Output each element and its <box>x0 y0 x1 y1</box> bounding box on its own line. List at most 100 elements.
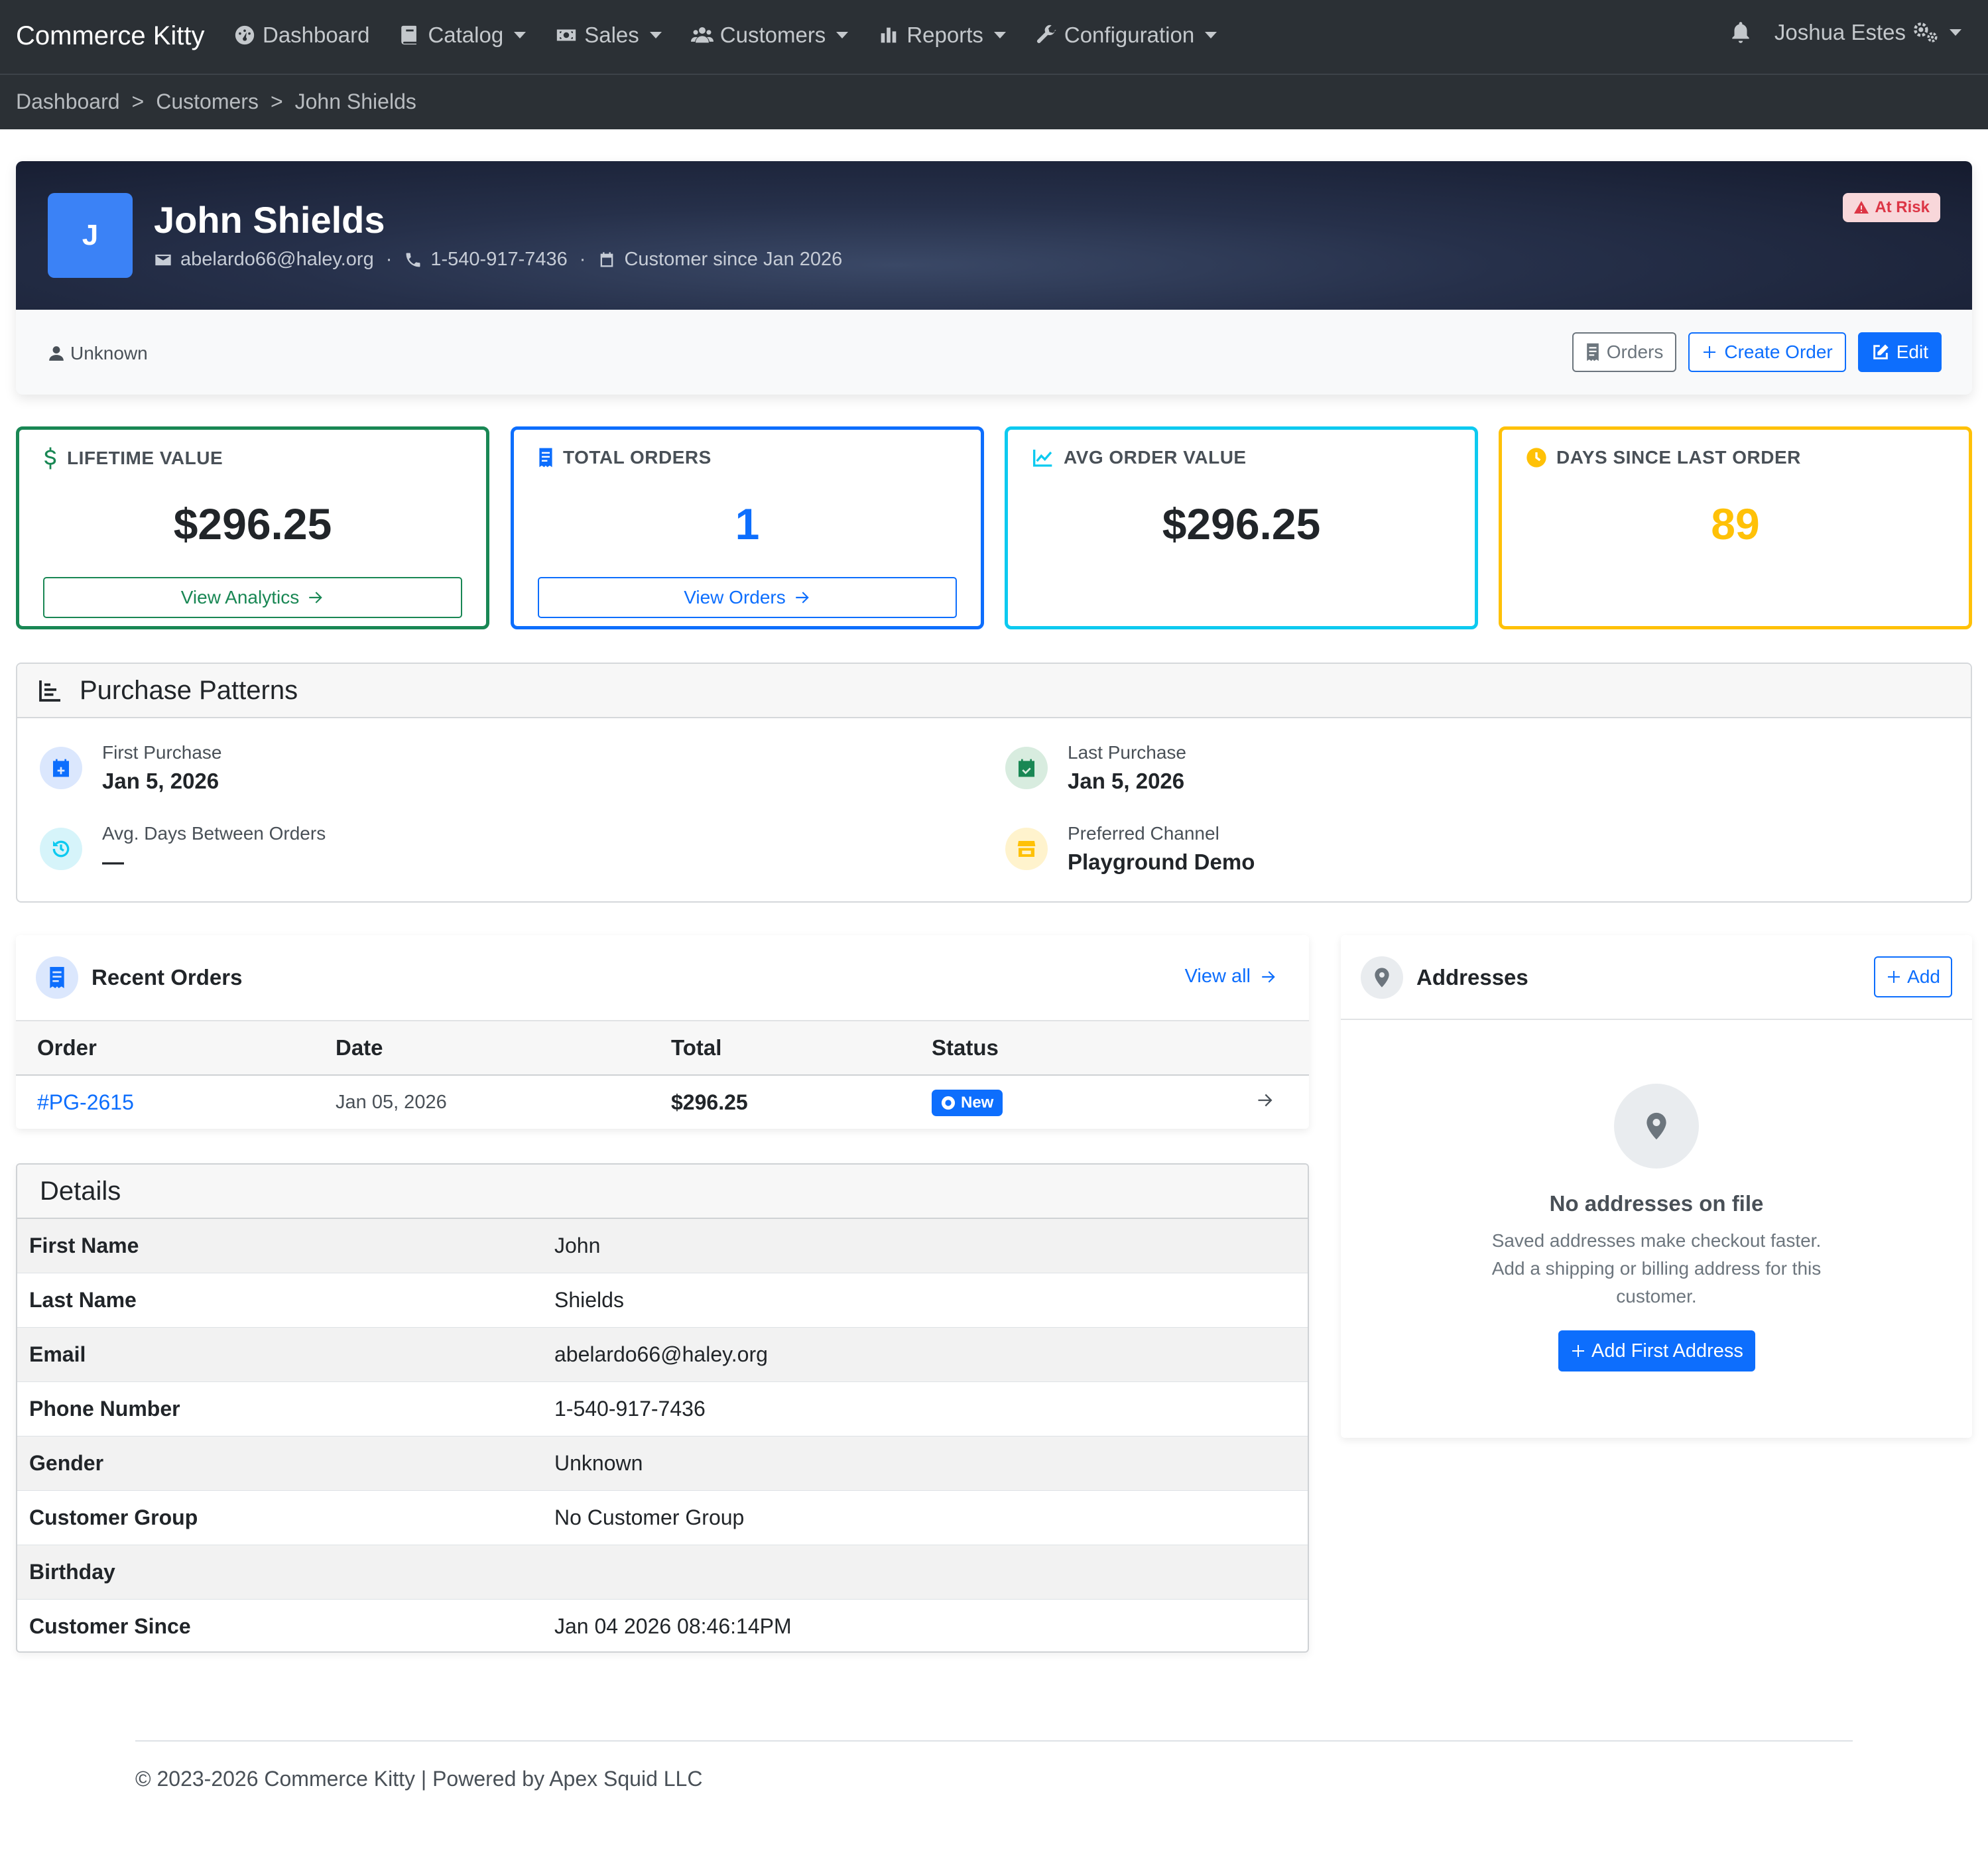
nav-right: Joshua Estes <box>1728 20 1961 45</box>
nav-customers[interactable]: Customers <box>690 23 849 48</box>
detail-key: Customer Since <box>29 1614 191 1638</box>
first-purchase-label: First Purchase <box>102 742 222 763</box>
details-title: Details <box>17 1165 1308 1219</box>
plus-icon <box>1572 1345 1584 1357</box>
status-badge: At Risk <box>1843 193 1940 222</box>
table-row: First Name John <box>17 1219 1308 1273</box>
edit-icon <box>1873 344 1889 359</box>
detail-key: Phone Number <box>29 1397 180 1421</box>
column-header-total: Total <box>671 1020 932 1076</box>
avg-order-value: $296.25 <box>1162 499 1321 548</box>
addresses-card: Addresses Add No addresses on file Saved… <box>1341 935 1972 1438</box>
addresses-icon-circle <box>1361 956 1403 999</box>
table-row: Customer Group No Customer Group <box>17 1491 1308 1545</box>
avg-days-between-orders: Avg. Days Between Orders — <box>40 823 326 875</box>
add-first-address-label: Add First Address <box>1591 1340 1743 1362</box>
create-order-label: Create Order <box>1724 342 1833 362</box>
main-menu: Dashboard Catalog Sales Customers Report… <box>233 23 1217 48</box>
nav-reports-label: Reports <box>906 23 983 47</box>
chevron-down-icon <box>1205 32 1217 38</box>
table-row[interactable]: #PG-2615 Jan 05, 2026 $296.25 New <box>16 1075 1309 1129</box>
detail-key: Birthday <box>29 1560 115 1584</box>
chevron-down-icon <box>514 32 527 38</box>
top-navbar: Commerce Kitty Dashboard Catalog Sales C… <box>0 0 1988 75</box>
chevron-down-icon <box>649 32 662 38</box>
total-orders-card: TOTAL ORDERS 1 View Orders <box>511 426 984 629</box>
view-analytics-button[interactable]: View Analytics <box>43 577 462 618</box>
empty-state-text: Saved addresses make checkout faster. Ad… <box>1491 1230 1822 1307</box>
days-since-label: DAYS SINCE LAST ORDER <box>1556 447 1801 468</box>
preferred-channel-icon-circle <box>1005 828 1048 870</box>
first-purchase-value: Jan 5, 2026 <box>102 769 219 793</box>
history-icon <box>52 840 70 858</box>
dollar-icon <box>44 447 56 470</box>
table-row: Last Name Shields <box>17 1273 1308 1328</box>
last-purchase-label: Last Purchase <box>1068 742 1186 763</box>
user-menu[interactable]: Joshua Estes <box>1774 20 1961 45</box>
detail-value: John <box>554 1234 601 1257</box>
risk-label: At Risk <box>1875 198 1930 216</box>
lifetime-value: $296.25 <box>173 499 332 548</box>
add-address-button[interactable]: Add <box>1874 956 1952 997</box>
circle-dot-icon <box>941 1096 956 1110</box>
nav-dashboard[interactable]: Dashboard <box>233 23 369 48</box>
view-orders-label: View Orders <box>684 587 786 607</box>
nav-reports[interactable]: Reports <box>877 23 1006 48</box>
breadcrumb-separator: > <box>131 90 145 113</box>
purchase-patterns-card: Purchase Patterns First Purchase Jan 5, … <box>16 663 1972 903</box>
total-orders-value: 1 <box>735 499 760 548</box>
bell-icon[interactable] <box>1728 20 1753 45</box>
order-date: Jan 05, 2026 <box>336 1092 447 1113</box>
gender-label: Unknown <box>70 343 148 363</box>
gender-info: Unknown <box>48 343 148 364</box>
column-header-status: Status <box>932 1020 1256 1076</box>
order-number-link[interactable]: #PG-2615 <box>16 1075 336 1129</box>
detail-value: No Customer Group <box>554 1505 745 1529</box>
breadcrumb-current: John Shields <box>294 90 416 113</box>
detail-value: Jan 04 2026 08:46:14PM <box>554 1614 792 1638</box>
avg-days-value: — <box>102 850 124 874</box>
order-status-cell: New <box>932 1075 1256 1129</box>
order-open-cell[interactable] <box>1256 1075 1309 1129</box>
nav-catalog[interactable]: Catalog <box>399 23 527 48</box>
table-row: Birthday <box>17 1545 1308 1600</box>
wrench-icon <box>1036 25 1056 43</box>
avg-days-label: Avg. Days Between Orders <box>102 823 326 844</box>
phone-icon <box>406 253 420 267</box>
status-label: New <box>961 1093 994 1112</box>
view-orders-button[interactable]: View Orders <box>538 577 957 618</box>
recent-orders-title: Recent Orders <box>36 956 242 999</box>
add-first-address-button[interactable]: Add First Address <box>1558 1330 1755 1371</box>
footer-divider <box>135 1740 1853 1742</box>
nav-configuration[interactable]: Configuration <box>1035 23 1217 48</box>
preferred-channel-label: Preferred Channel <box>1068 823 1219 844</box>
breadcrumb-dashboard[interactable]: Dashboard <box>16 90 120 114</box>
arrow-right-icon <box>1262 970 1275 983</box>
gears-icon <box>1914 23 1938 42</box>
detail-value: abelardo66@haley.org <box>554 1342 768 1366</box>
lifetime-value-label: LIFETIME VALUE <box>67 448 223 468</box>
table-row: Phone Number 1-540-917-7436 <box>17 1382 1308 1436</box>
orders-button[interactable]: Orders <box>1572 332 1677 372</box>
breadcrumb-customers[interactable]: Customers <box>156 90 259 114</box>
recent-orders-table: Order Date Total Status #PG-2615 Jan 05,… <box>16 1020 1309 1129</box>
addresses-title: Addresses <box>1361 956 1528 999</box>
edit-label: Edit <box>1896 342 1928 362</box>
bar-chart-icon <box>881 27 897 43</box>
view-all-orders-link[interactable]: View all <box>1185 966 1277 988</box>
create-order-button[interactable]: Create Order <box>1688 332 1846 372</box>
brand-logo[interactable]: Commerce Kitty <box>16 21 205 51</box>
nav-catalog-label: Catalog <box>428 23 504 47</box>
plus-icon <box>1704 346 1716 358</box>
money-icon <box>557 29 576 41</box>
nav-sales[interactable]: Sales <box>555 23 662 48</box>
addresses-header: Addresses Add <box>1341 935 1972 1020</box>
envelope-icon <box>155 254 171 265</box>
table-row: Gender Unknown <box>17 1436 1308 1491</box>
customer-header-card: J John Shields abelardo66@haley.org · 1-… <box>16 161 1972 395</box>
edit-button[interactable]: Edit <box>1857 332 1942 372</box>
recent-orders-title-text: Recent Orders <box>92 965 243 989</box>
purchase-patterns-title: Purchase Patterns <box>80 675 298 705</box>
last-purchase: Last Purchase Jan 5, 2026 <box>1005 742 1186 794</box>
receipt-icon <box>1586 343 1599 361</box>
